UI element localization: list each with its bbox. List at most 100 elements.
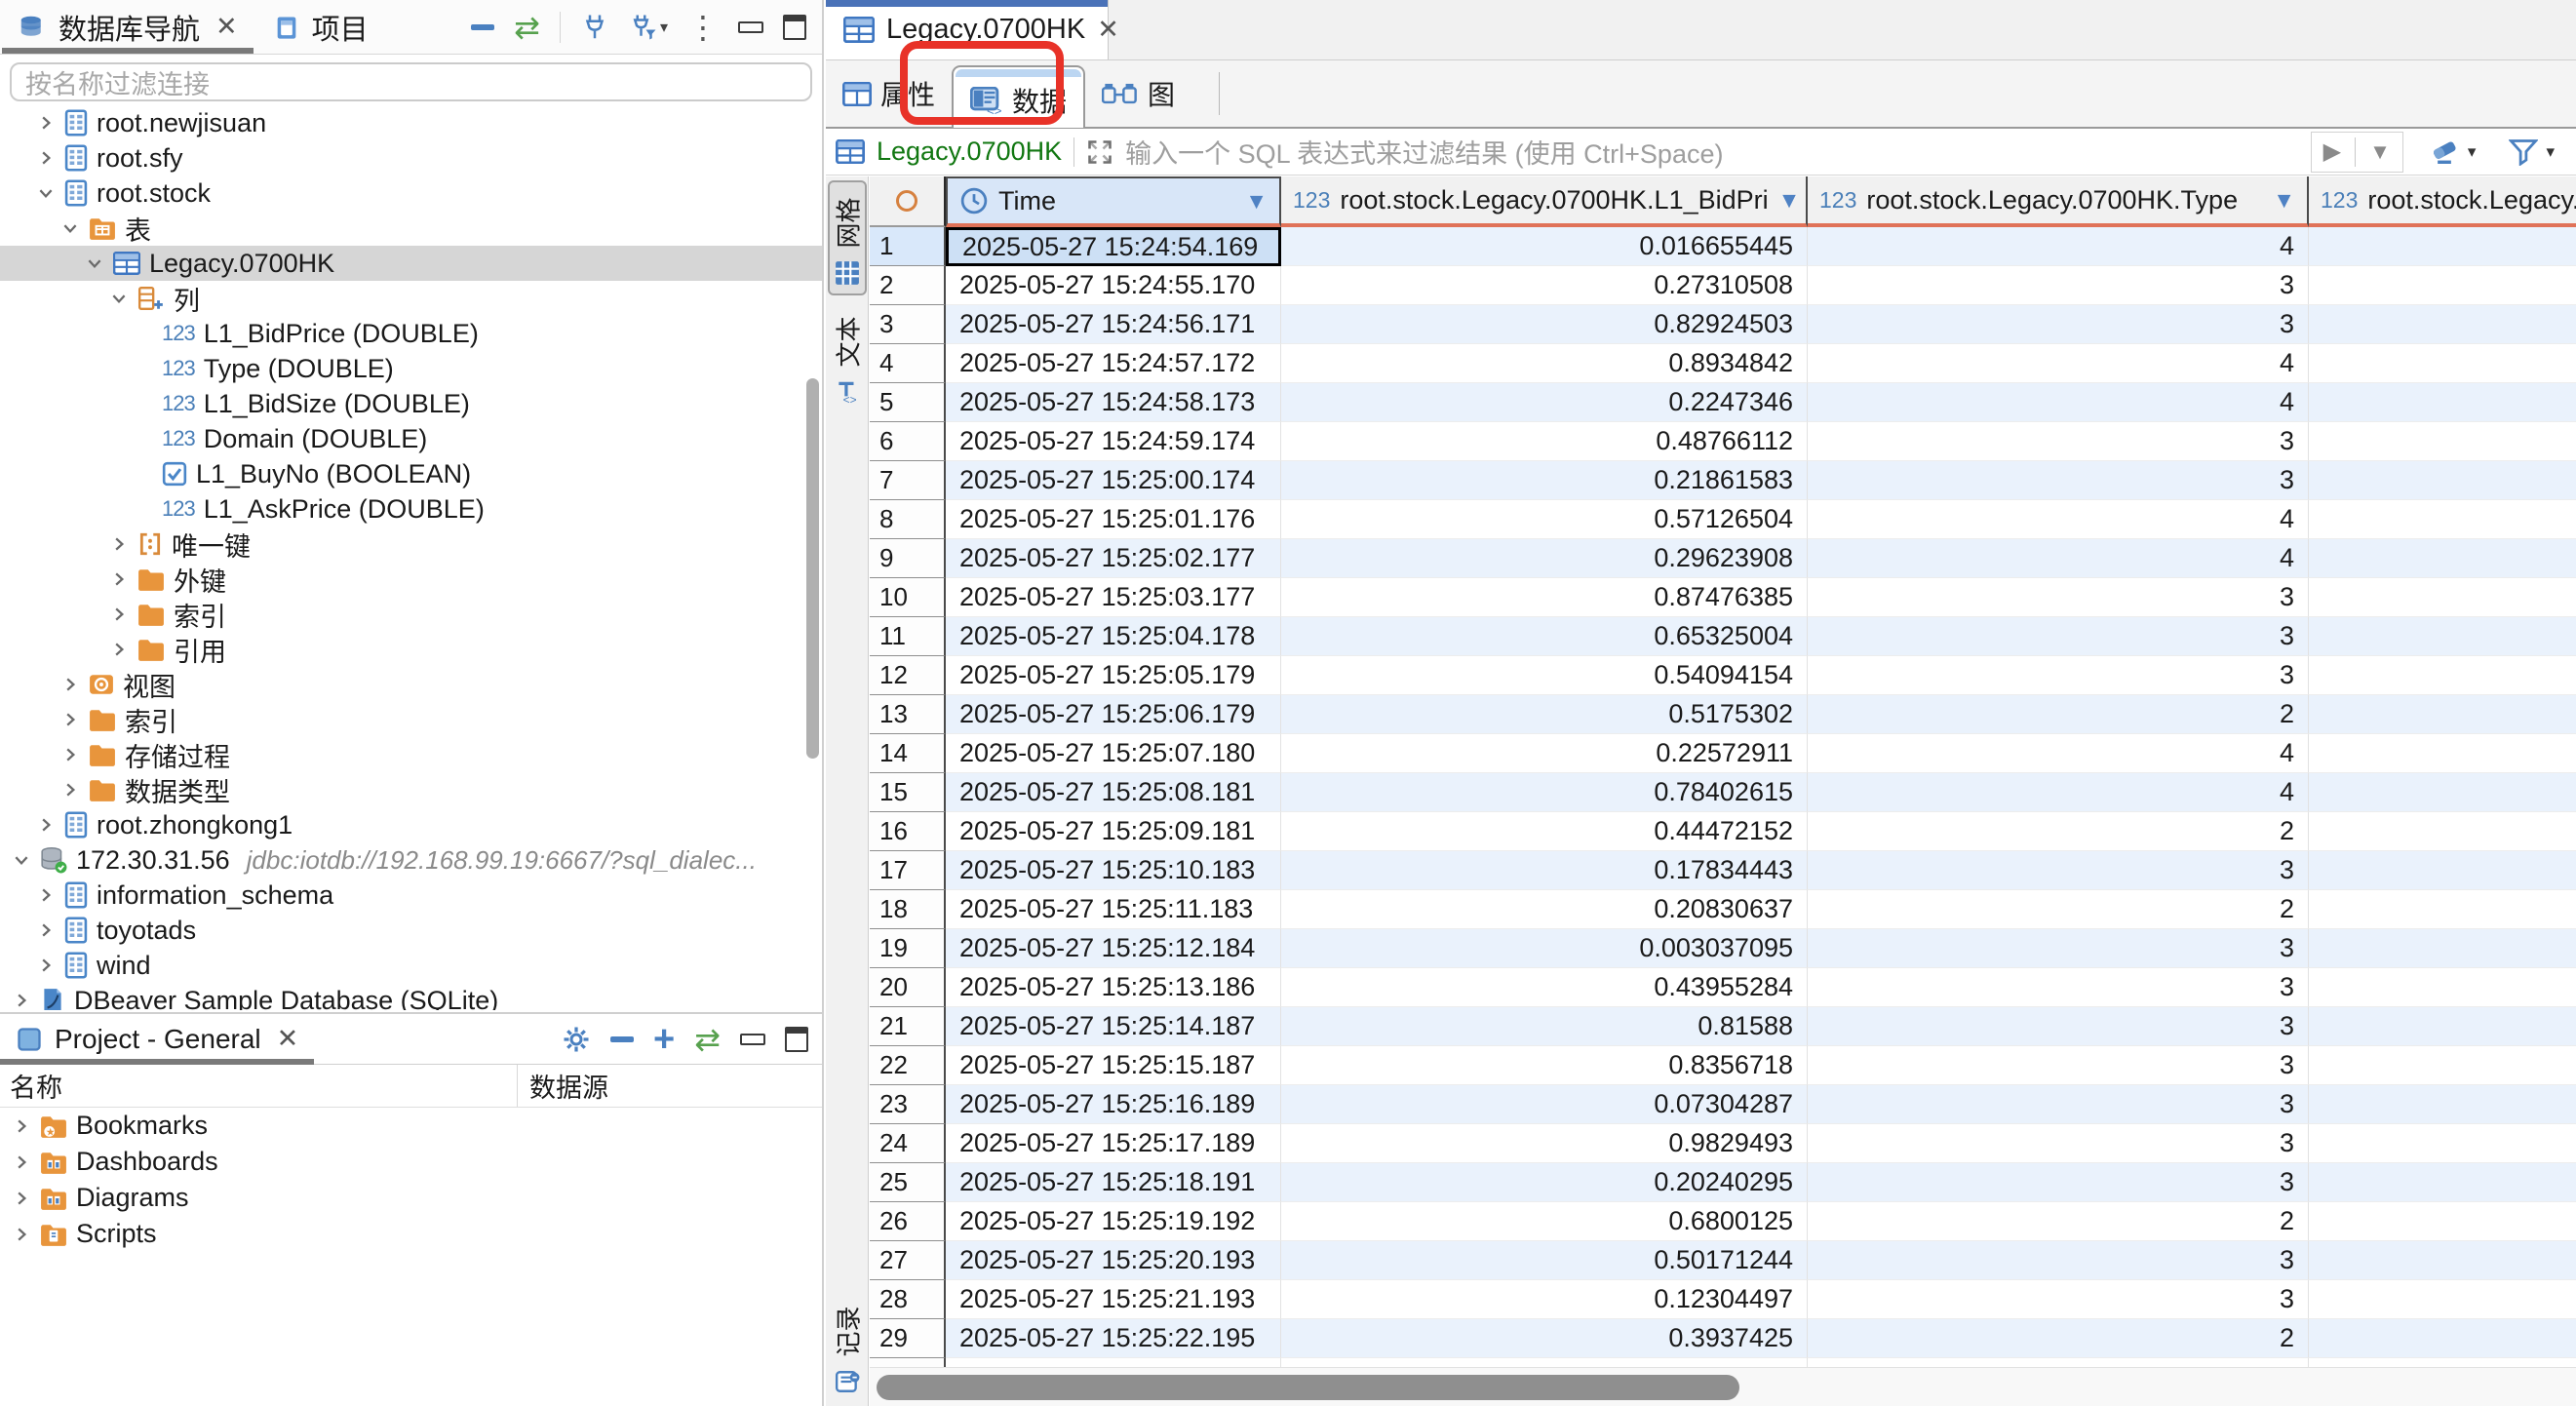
- cell-l1-bidprice[interactable]: 0.8356718: [1281, 1046, 1808, 1085]
- close-icon[interactable]: ✕: [1097, 15, 1119, 45]
- tree-item[interactable]: 存储过程: [0, 737, 822, 772]
- cell-l1-bidprice[interactable]: 0.29623908: [1281, 539, 1808, 578]
- cell-time[interactable]: 2025-05-27 15:24:57.172: [946, 344, 1281, 383]
- tree-item[interactable]: 172.30.31.56 jdbc:iotdb://192.168.99.19:…: [0, 842, 822, 878]
- chevron-right-icon[interactable]: [12, 1226, 31, 1243]
- cell-partial-column[interactable]: [2309, 656, 2576, 695]
- cell-l1-bidprice[interactable]: 0.87476385: [1281, 578, 1808, 617]
- settings-button[interactable]: [562, 1025, 591, 1054]
- cell-type[interactable]: 2: [1808, 890, 2309, 929]
- cell-time[interactable]: 2025-05-27 15:24:59.174: [946, 422, 1281, 461]
- tree-scrollbar[interactable]: [806, 378, 819, 759]
- cell-l1-bidprice[interactable]: 0.43955284: [1281, 968, 1808, 1007]
- cell-l1-bidprice[interactable]: 0.8934842: [1281, 344, 1808, 383]
- tree-item[interactable]: root.stock: [0, 176, 822, 211]
- tree-item[interactable]: root.sfy: [0, 140, 822, 176]
- cell-type[interactable]: 2: [1808, 695, 2309, 734]
- chevron-right-icon[interactable]: [60, 711, 80, 728]
- cell-l1-bidprice[interactable]: 0.20240295: [1281, 1163, 1808, 1202]
- cell-type[interactable]: 2: [1808, 812, 2309, 851]
- row-number[interactable]: 27: [870, 1241, 946, 1280]
- cell-partial-column[interactable]: [2309, 227, 2576, 266]
- chevron-down-icon[interactable]: [60, 219, 80, 237]
- cell-type[interactable]: 4: [1808, 773, 2309, 812]
- row-number[interactable]: 16: [870, 812, 946, 851]
- cell-l1-bidprice[interactable]: 0.44472152: [1281, 812, 1808, 851]
- row-number[interactable]: 8: [870, 500, 946, 539]
- cell-l1-bidprice[interactable]: 0.016655445: [1281, 227, 1808, 266]
- cell-time[interactable]: 2025-05-27 15:25:22.195: [946, 1319, 1281, 1358]
- row-number[interactable]: 4: [870, 344, 946, 383]
- cell-time[interactable]: 2025-05-27 15:25:04.178: [946, 617, 1281, 656]
- view-tab-text[interactable]: 文本 <>: [828, 301, 867, 412]
- column-header-name[interactable]: 名称: [0, 1067, 517, 1105]
- sort-dropdown-icon[interactable]: ▼: [1245, 188, 1268, 215]
- row-number[interactable]: 6: [870, 422, 946, 461]
- cell-time[interactable]: 2025-05-27 15:25:14.187: [946, 1007, 1281, 1046]
- cell-time[interactable]: 2025-05-27 15:25:01.176: [946, 500, 1281, 539]
- row-number[interactable]: 21: [870, 1007, 946, 1046]
- chevron-right-icon[interactable]: [36, 886, 56, 904]
- cell-type[interactable]: 3: [1808, 1241, 2309, 1280]
- cell-time[interactable]: 2025-05-27 15:25:21.193: [946, 1280, 1281, 1319]
- row-number[interactable]: 1: [870, 227, 946, 266]
- cell-l1-bidprice[interactable]: 0.50171244: [1281, 1241, 1808, 1280]
- cell-l1-bidprice[interactable]: 0.82924503: [1281, 305, 1808, 344]
- cell-type[interactable]: 3: [1808, 266, 2309, 305]
- erase-filter-button[interactable]: ▾: [2429, 138, 2477, 166]
- row-number[interactable]: 20: [870, 968, 946, 1007]
- cell-l1-bidprice[interactable]: 0.07304287: [1281, 1085, 1808, 1124]
- cell-type[interactable]: 3: [1808, 1280, 2309, 1319]
- chevron-right-icon[interactable]: [60, 746, 80, 763]
- tree-item[interactable]: 123 Domain (DOUBLE): [0, 421, 822, 456]
- chevron-right-icon[interactable]: [12, 1117, 31, 1135]
- cell-time[interactable]: 2025-05-27 15:24:56.171: [946, 305, 1281, 344]
- cell-time[interactable]: 2025-05-27 15:25:08.181: [946, 773, 1281, 812]
- cell-partial-column[interactable]: [2309, 461, 2576, 500]
- cell-l1-bidprice[interactable]: 0.27310508: [1281, 266, 1808, 305]
- cell-partial-column[interactable]: [2309, 344, 2576, 383]
- cell-type[interactable]: 4: [1808, 344, 2309, 383]
- cell-l1-bidprice[interactable]: 0.12304497: [1281, 1280, 1808, 1319]
- tree-item[interactable]: root.zhongkong1: [0, 807, 822, 842]
- column-header-type[interactable]: 123 root.stock.Legacy.0700HK.Type ▼: [1808, 176, 2309, 227]
- tab-database-navigator[interactable]: 数据库导航 ✕: [0, 0, 255, 54]
- cell-type[interactable]: 3: [1808, 461, 2309, 500]
- tree-item[interactable]: 引用: [0, 632, 822, 667]
- tree-item[interactable]: L1_BuyNo (BOOLEAN): [0, 456, 822, 491]
- cell-partial-column[interactable]: [2309, 1163, 2576, 1202]
- row-number[interactable]: 14: [870, 734, 946, 773]
- cell-l1-bidprice[interactable]: 0.21861583: [1281, 461, 1808, 500]
- collapse-all-button[interactable]: [471, 24, 494, 30]
- project-item[interactable]: Dashboards: [0, 1144, 822, 1180]
- cell-time[interactable]: 2025-05-27 15:24:55.170: [946, 266, 1281, 305]
- sort-dropdown-icon[interactable]: ▼: [2273, 187, 2295, 214]
- row-number[interactable]: 17: [870, 851, 946, 890]
- cell-time[interactable]: 2025-05-27 15:24:58.173: [946, 383, 1281, 422]
- chevron-down-icon[interactable]: [36, 184, 56, 202]
- view-tab-record[interactable]: 记录: [828, 1291, 867, 1402]
- cell-time[interactable]: 2025-05-27 15:25:09.181: [946, 812, 1281, 851]
- row-number[interactable]: 7: [870, 461, 946, 500]
- cell-l1-bidprice[interactable]: 0.003037095: [1281, 929, 1808, 968]
- cell-time[interactable]: 2025-05-27 15:25:00.174: [946, 461, 1281, 500]
- chevron-right-icon[interactable]: [60, 676, 80, 693]
- cell-time[interactable]: 2025-05-27 15:25:03.177: [946, 578, 1281, 617]
- cell-type[interactable]: 4: [1808, 500, 2309, 539]
- column-header-partial[interactable]: 123 root.stock.Legacy.0: [2309, 176, 2576, 227]
- cell-partial-column[interactable]: [2309, 1280, 2576, 1319]
- filters-button[interactable]: ▾: [2509, 138, 2555, 166]
- cell-partial-column[interactable]: [2309, 539, 2576, 578]
- cell-partial-column[interactable]: [2309, 1124, 2576, 1163]
- expand-icon[interactable]: [1086, 138, 1113, 166]
- tree-item[interactable]: 数据类型: [0, 772, 822, 807]
- row-number[interactable]: 12: [870, 656, 946, 695]
- chevron-down-icon[interactable]: [109, 290, 129, 307]
- tree-item[interactable]: 123 L1_AskPrice (DOUBLE): [0, 491, 822, 527]
- connection-filter-button[interactable]: ▾: [629, 13, 668, 42]
- sql-filter-input[interactable]: 输入一个 SQL 表达式来过滤结果 (使用 Ctrl+Space): [1125, 133, 2299, 171]
- cell-type[interactable]: 2: [1808, 1319, 2309, 1358]
- more-options-button[interactable]: ⋮: [687, 12, 719, 43]
- cell-type[interactable]: 4: [1808, 734, 2309, 773]
- active-table-name[interactable]: Legacy.0700HK: [877, 137, 1062, 167]
